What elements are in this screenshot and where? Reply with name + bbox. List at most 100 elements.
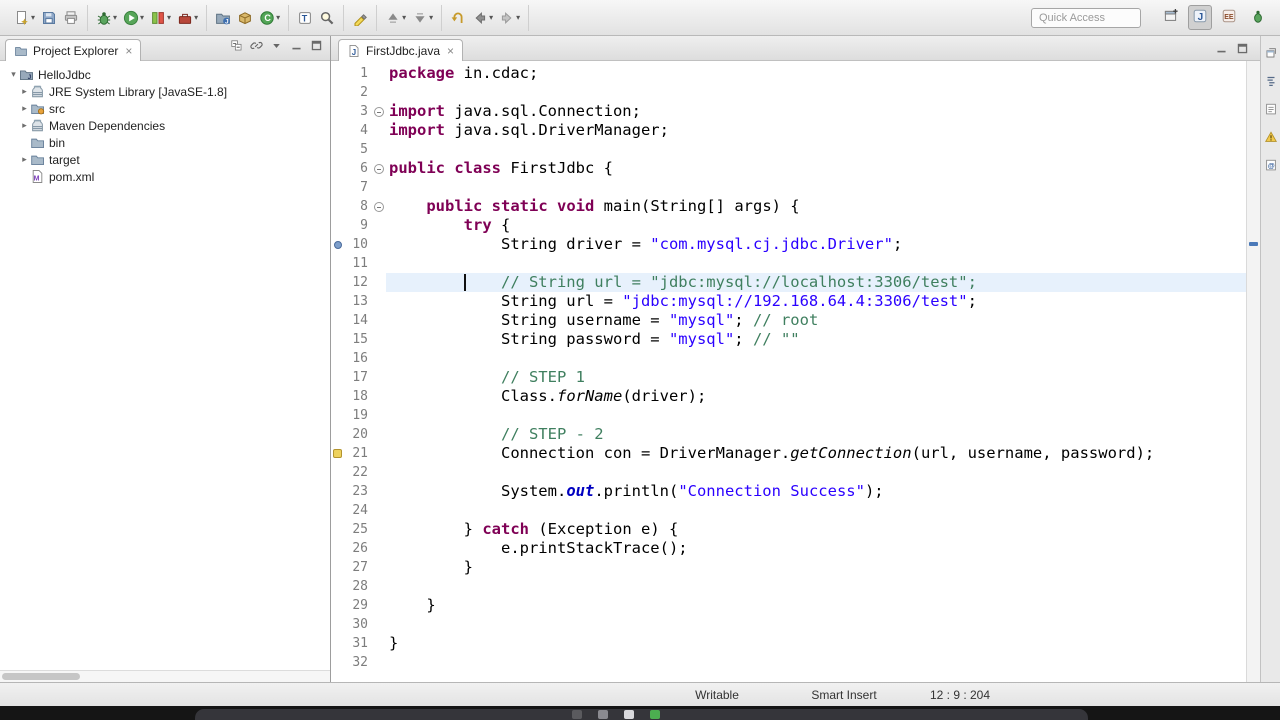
overview-ruler[interactable] bbox=[1246, 61, 1260, 682]
annotation-ruler-cell[interactable] bbox=[331, 121, 344, 140]
code-text[interactable]: try { bbox=[386, 216, 1246, 235]
coverage-button[interactable]: ▾ bbox=[147, 8, 174, 28]
tree-item-hellojdbc[interactable]: ▾ J HelloJdbc bbox=[0, 66, 330, 83]
jee-perspective-button[interactable]: EE bbox=[1217, 5, 1241, 30]
prev-annotation-button[interactable]: ▾ bbox=[382, 8, 409, 28]
fold-ruler-cell[interactable] bbox=[371, 482, 386, 501]
fold-ruler-cell[interactable] bbox=[371, 64, 386, 83]
forward-button[interactable]: ▾ bbox=[496, 8, 523, 28]
code-text[interactable]: } bbox=[386, 634, 1246, 653]
annotation-ruler-cell[interactable] bbox=[331, 64, 344, 83]
code-text[interactable] bbox=[386, 577, 1246, 596]
fold-ruler-cell[interactable] bbox=[371, 368, 386, 387]
annotation-ruler-cell[interactable] bbox=[331, 406, 344, 425]
annotation-ruler-cell[interactable] bbox=[331, 501, 344, 520]
new-package-button[interactable] bbox=[234, 8, 256, 28]
annotation-ruler-cell[interactable] bbox=[331, 596, 344, 615]
annotation-ruler-cell[interactable] bbox=[331, 83, 344, 102]
minimize-button[interactable] bbox=[290, 39, 303, 55]
fold-ruler-cell[interactable] bbox=[371, 387, 386, 406]
fold-ruler-cell[interactable] bbox=[371, 653, 386, 672]
fold-ruler-cell[interactable] bbox=[371, 159, 386, 178]
annotation-ruler-cell[interactable] bbox=[331, 539, 344, 558]
disclosure-closed-icon[interactable]: ▸ bbox=[19, 86, 30, 97]
code-text[interactable]: String driver = "com.mysql.cj.jdbc.Drive… bbox=[386, 235, 1246, 254]
fold-ruler-cell[interactable] bbox=[371, 311, 386, 330]
external-tools-button[interactable]: ▾ bbox=[174, 8, 201, 28]
view-menu-button[interactable] bbox=[270, 39, 283, 55]
tree-item-pom-xml[interactable]: Mpom.xml bbox=[0, 168, 330, 185]
dropdown-arrow-icon[interactable]: ▾ bbox=[429, 13, 433, 22]
annotation-ruler-cell[interactable] bbox=[331, 254, 344, 273]
annotation-ruler-cell[interactable] bbox=[331, 273, 344, 292]
fold-ruler-cell[interactable] bbox=[371, 444, 386, 463]
restore-views-button[interactable] bbox=[1264, 46, 1278, 63]
code-text[interactable]: // String url = "jdbc:mysql://localhost:… bbox=[386, 273, 1246, 292]
tree-item-src[interactable]: ▸ src bbox=[0, 100, 330, 117]
back-button[interactable]: ▾ bbox=[469, 8, 496, 28]
annotation-ruler-cell[interactable] bbox=[331, 216, 344, 235]
editor-tab[interactable]: J FirstJdbc.java bbox=[338, 39, 464, 61]
outline-button[interactable] bbox=[1264, 74, 1278, 91]
code-text[interactable]: public static void main(String[] args) { bbox=[386, 197, 1246, 216]
annotation-ruler-cell[interactable] bbox=[331, 482, 344, 501]
code-text[interactable] bbox=[386, 501, 1246, 520]
code-text[interactable]: Connection con = DriverManager.getConnec… bbox=[386, 444, 1246, 463]
dropdown-arrow-icon[interactable]: ▾ bbox=[167, 13, 171, 22]
disclosure-closed-icon[interactable]: ▸ bbox=[19, 120, 30, 131]
code-text[interactable] bbox=[386, 406, 1246, 425]
annotation-ruler-cell[interactable] bbox=[331, 444, 344, 463]
annotation-ruler-cell[interactable] bbox=[331, 330, 344, 349]
annotation-ruler-cell[interactable] bbox=[331, 159, 344, 178]
fold-ruler-cell[interactable] bbox=[371, 577, 386, 596]
quick-access-input[interactable] bbox=[1031, 7, 1141, 28]
tree-item-target[interactable]: ▸ target bbox=[0, 151, 330, 168]
open-type-button[interactable]: T bbox=[294, 8, 316, 28]
code-text[interactable]: import java.sql.DriverManager; bbox=[386, 121, 1246, 140]
annotation-ruler-cell[interactable] bbox=[331, 178, 344, 197]
code-text[interactable] bbox=[386, 254, 1246, 273]
annotation-ruler-cell[interactable] bbox=[331, 197, 344, 216]
annotation-ruler-cell[interactable] bbox=[331, 463, 344, 482]
annotation-ruler-cell[interactable] bbox=[331, 235, 344, 254]
fold-ruler-cell[interactable] bbox=[371, 197, 386, 216]
dock-app-icon[interactable] bbox=[650, 710, 660, 719]
collapse-fold-icon[interactable] bbox=[373, 163, 384, 174]
fold-ruler-cell[interactable] bbox=[371, 596, 386, 615]
new-class-button[interactable]: C ▾ bbox=[256, 8, 283, 28]
dropdown-arrow-icon[interactable]: ▾ bbox=[516, 13, 520, 22]
code-text[interactable]: e.printStackTrace(); bbox=[386, 539, 1246, 558]
fold-ruler-cell[interactable] bbox=[371, 178, 386, 197]
code-text[interactable]: package in.cdac; bbox=[386, 64, 1246, 83]
code-text[interactable] bbox=[386, 83, 1246, 102]
annotation-ruler-cell[interactable] bbox=[331, 292, 344, 311]
scrollbar-thumb[interactable] bbox=[2, 673, 80, 680]
new-wizard-button[interactable]: ▾ bbox=[11, 8, 38, 28]
fold-ruler-cell[interactable] bbox=[371, 292, 386, 311]
close-icon[interactable] bbox=[447, 45, 454, 57]
disclosure-closed-icon[interactable]: ▸ bbox=[19, 154, 30, 165]
last-edit-location-button[interactable] bbox=[447, 8, 469, 28]
annotation-ruler-cell[interactable] bbox=[331, 653, 344, 672]
code-text[interactable]: } bbox=[386, 596, 1246, 615]
fold-ruler-cell[interactable] bbox=[371, 121, 386, 140]
fold-ruler-cell[interactable] bbox=[371, 406, 386, 425]
tree-item-bin[interactable]: bin bbox=[0, 134, 330, 151]
print-button[interactable] bbox=[60, 8, 82, 28]
annotation-ruler-cell[interactable] bbox=[331, 140, 344, 159]
problems-button[interactable] bbox=[1264, 130, 1278, 147]
next-annotation-button[interactable]: ▾ bbox=[409, 8, 436, 28]
fold-ruler-cell[interactable] bbox=[371, 634, 386, 653]
fold-ruler-cell[interactable] bbox=[371, 235, 386, 254]
minimize-icon[interactable] bbox=[1215, 42, 1228, 55]
tree-item-jre-system-library-javase-1-8[interactable]: ▸ JRE System Library [JavaSE-1.8] bbox=[0, 83, 330, 100]
fold-ruler-cell[interactable] bbox=[371, 216, 386, 235]
annotation-ruler-cell[interactable] bbox=[331, 577, 344, 596]
disclosure-closed-icon[interactable]: ▸ bbox=[19, 103, 30, 114]
code-text[interactable] bbox=[386, 615, 1246, 634]
code-text[interactable]: public class FirstJdbc { bbox=[386, 159, 1246, 178]
annotation-ruler-cell[interactable] bbox=[331, 349, 344, 368]
fold-ruler-cell[interactable] bbox=[371, 539, 386, 558]
overview-marker-icon[interactable] bbox=[1249, 242, 1258, 246]
code-text[interactable] bbox=[386, 463, 1246, 482]
